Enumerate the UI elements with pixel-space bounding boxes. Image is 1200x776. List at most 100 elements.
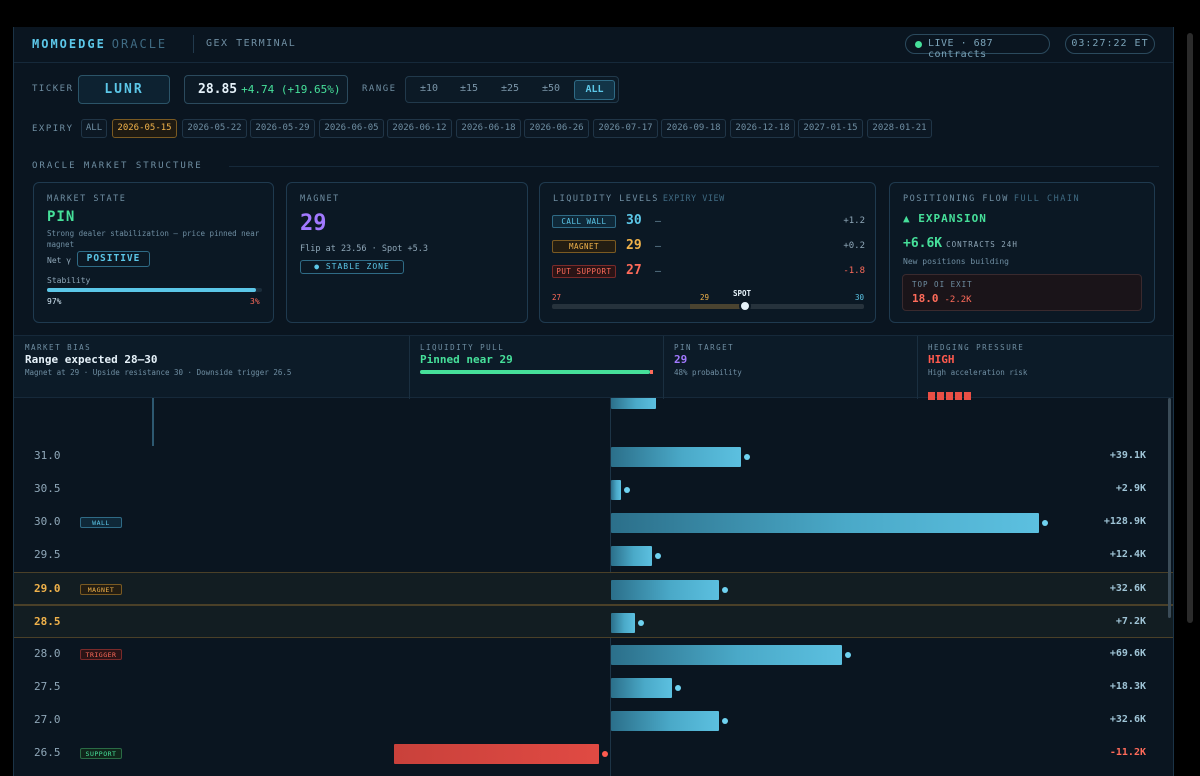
gex-bar bbox=[611, 645, 843, 665]
gex-row[interactable]: 31.0 +39.1K bbox=[14, 440, 1173, 473]
brand-thin: ORACLE bbox=[111, 37, 168, 51]
hedge-value: HIGH bbox=[928, 353, 955, 366]
expiry-chip[interactable]: 2026-09-18 bbox=[661, 119, 726, 138]
gex-bar-endpoint bbox=[722, 718, 729, 724]
market-state-card: MARKET STATE PIN Strong dealer stabiliza… bbox=[33, 182, 274, 323]
range-option-25[interactable]: ±25 bbox=[492, 80, 528, 100]
expiry-chip[interactable]: 2027-01-15 bbox=[798, 119, 863, 138]
top-oi-exit-box: TOP OI EXIT 18.0 -2.2K bbox=[902, 274, 1142, 311]
bias-title: MARKET BIAS bbox=[25, 343, 92, 352]
gex-bar-endpoint bbox=[637, 620, 644, 626]
stability-right: 3% bbox=[250, 297, 260, 306]
live-status-pill: LIVE · 687 contracts bbox=[905, 34, 1050, 60]
market-state-value: PIN bbox=[47, 209, 76, 225]
brand-logo: MOMOEDGE ORACLE bbox=[32, 37, 167, 51]
gex-value: +2.9K bbox=[1115, 483, 1146, 494]
rail-high-label: 30 bbox=[854, 293, 864, 302]
ticker-label: TICKER bbox=[32, 84, 74, 94]
gex-row[interactable]: 29.0 MAGNET +32.6K bbox=[14, 572, 1173, 605]
range-option-15[interactable]: ±15 bbox=[451, 80, 487, 100]
exit-title: TOP OI EXIT bbox=[912, 280, 973, 289]
expiry-chip[interactable]: 2026-06-05 bbox=[319, 119, 384, 138]
stability-bar bbox=[47, 288, 262, 292]
call-wall-value: +1.2 bbox=[843, 216, 865, 226]
spot-label: SPOT bbox=[733, 289, 752, 298]
bias-value: Range expected 28–30 bbox=[25, 353, 158, 366]
strike-label: 28.0 bbox=[34, 647, 61, 660]
gex-bar-endpoint bbox=[1042, 520, 1048, 526]
stability-bar-fill bbox=[47, 288, 256, 292]
put-support-strike: 27 bbox=[626, 263, 642, 278]
flow-state: ▲ EXPANSION bbox=[903, 212, 987, 225]
magnet-tag: MAGNET bbox=[80, 584, 122, 595]
gex-row[interactable]: 27.5 +18.3K bbox=[14, 671, 1173, 704]
exit-strike: 18.0 bbox=[912, 292, 939, 305]
expiry-chip[interactable]: 2026-05-22 bbox=[182, 119, 247, 138]
liquidity-title: LIQUIDITY LEVELS EXPIRY VIEW bbox=[553, 194, 725, 204]
expiry-chip[interactable]: 2026-07-17 bbox=[593, 119, 658, 138]
top-black-bar bbox=[0, 0, 1200, 27]
flow-desc: New positions building bbox=[903, 257, 1009, 266]
pin-target-cell: PIN TARGET 29 48% probability bbox=[663, 336, 917, 399]
brand-bold: MOMOEDGE bbox=[32, 37, 106, 51]
expiry-chip-all[interactable]: ALL bbox=[81, 119, 107, 138]
gex-row[interactable]: 27.0 +32.6K bbox=[14, 704, 1173, 737]
liquidity-subtitle: EXPIRY VIEW bbox=[662, 194, 725, 204]
gex-terminal-app: MOMOEDGE ORACLE GEX TERMINAL LIVE · 687 c… bbox=[13, 27, 1174, 776]
flow-contracts-unit: CONTRACTS 24H bbox=[946, 240, 1018, 249]
gex-bar-endpoint bbox=[655, 553, 662, 559]
hedging-pressure-cell: HEDGING PRESSURE HIGH High acceleration … bbox=[917, 336, 1173, 400]
gex-bar-endpoint bbox=[623, 487, 630, 493]
range-option-50[interactable]: ±50 bbox=[533, 80, 569, 100]
level-dash: — bbox=[655, 266, 662, 277]
expiry-chip[interactable]: 2026-06-26 bbox=[524, 119, 589, 138]
gex-value: +32.6K bbox=[1109, 714, 1146, 725]
clock: 03:27:22 ET bbox=[1065, 34, 1155, 54]
chart-scrollbar[interactable] bbox=[1168, 398, 1171, 618]
gex-row[interactable]: 29.5 +12.4K bbox=[14, 539, 1173, 572]
price-display: 28.85 +4.74 (+19.65%) bbox=[184, 75, 348, 104]
partial-gex-bar bbox=[611, 398, 656, 409]
gex-bar-endpoint bbox=[845, 652, 852, 658]
gex-row[interactable]: 28.0 TRIGGER +69.6K bbox=[14, 638, 1173, 671]
positioning-flow-card: POSITIONING FLOW FULL CHAIN ▲ EXPANSION +… bbox=[889, 182, 1155, 323]
gex-row[interactable]: 30.5 +2.9K bbox=[14, 473, 1173, 506]
gex-value: +128.9K bbox=[1103, 516, 1146, 527]
pull-bar-fill bbox=[420, 370, 650, 374]
ticker-input[interactable]: LUNR bbox=[78, 75, 170, 104]
gex-bar-endpoint bbox=[722, 587, 729, 593]
stable-zone-badge: ● STABLE ZONE bbox=[300, 260, 404, 274]
gex-value: +32.6K bbox=[1109, 583, 1146, 594]
expiry-chip[interactable]: 2026-05-29 bbox=[250, 119, 315, 138]
put-support-value: -1.8 bbox=[843, 266, 865, 276]
magnet-tag: MAGNET bbox=[552, 240, 616, 253]
gex-row[interactable]: 26.5 SUPPORT -11.2K bbox=[14, 737, 1173, 770]
gex-row[interactable]: 26.0+26.1K bbox=[14, 770, 1173, 776]
gex-row[interactable]: 30.0 WALL +128.9K bbox=[14, 506, 1173, 539]
strike-label: 30.5 bbox=[34, 482, 61, 495]
window-scrollbar-thumb[interactable] bbox=[1187, 33, 1193, 623]
gex-row[interactable]: 28.5 +7.2K bbox=[14, 605, 1173, 638]
price-value: 28.85 bbox=[198, 82, 238, 97]
expiry-chip[interactable]: 2028-01-21 bbox=[867, 119, 932, 138]
expiry-chip[interactable]: 2026-06-12 bbox=[387, 119, 452, 138]
expiry-chip[interactable]: 2026-05-15 bbox=[112, 119, 177, 138]
magnet-value: 29 bbox=[300, 211, 327, 236]
strike-label: 29.0 bbox=[34, 582, 61, 595]
window-scrollbar[interactable] bbox=[1180, 27, 1200, 776]
live-status-text: LIVE · 687 contracts bbox=[928, 38, 994, 60]
expiry-chip[interactable]: 2026-06-18 bbox=[456, 119, 521, 138]
net-gamma-badge: POSITIVE bbox=[77, 251, 150, 267]
market-state-desc: Strong dealer stabilization — price pinn… bbox=[47, 229, 260, 249]
terminal-title: GEX TERMINAL bbox=[206, 38, 297, 49]
range-option-all[interactable]: ALL bbox=[574, 80, 615, 100]
expiry-chip[interactable]: 2026-12-18 bbox=[730, 119, 795, 138]
gex-value: -11.2K bbox=[1109, 747, 1146, 758]
price-change: +4.74 (+19.65%) bbox=[241, 83, 341, 96]
gex-bar bbox=[611, 447, 741, 467]
range-option-10[interactable]: ±10 bbox=[411, 80, 447, 100]
gex-bar-endpoint bbox=[674, 685, 681, 691]
pull-bar-cap bbox=[650, 370, 653, 374]
trigger-tag: TRIGGER bbox=[80, 649, 122, 660]
flow-title: POSITIONING FLOW FULL CHAIN bbox=[903, 194, 1080, 204]
